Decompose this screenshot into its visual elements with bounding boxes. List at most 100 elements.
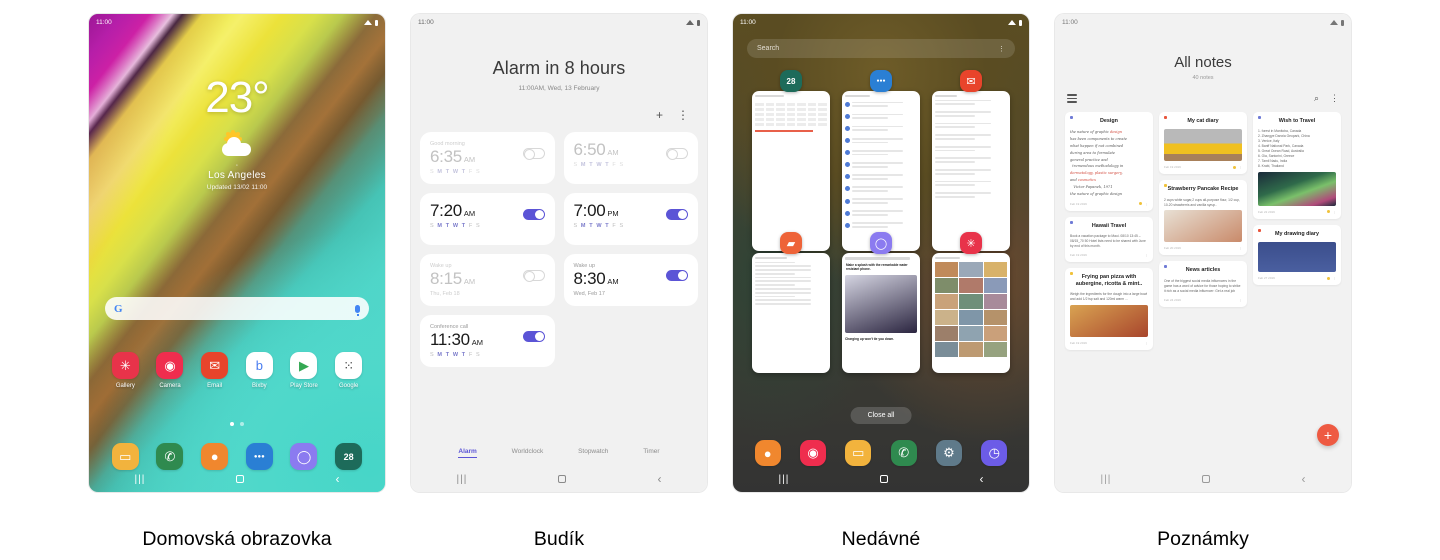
note-card[interactable]: Design the nature of graphic design has be…: [1065, 112, 1153, 211]
navigation-bar: ||| ‹: [89, 466, 385, 492]
recents-dock: ● ◉ ▭ ✆ ⚙ ◷: [745, 440, 1017, 466]
notes-screen: 11:00 All notes 40 notes ⌕ ⋮ Design the …: [1055, 14, 1351, 492]
note-card[interactable]: My cat diary Feb 19 2019 ⋮: [1159, 112, 1247, 175]
note-card[interactable]: Wish to Travel 1. forest in Manitoba, Can…: [1253, 112, 1341, 219]
alarm-card[interactable]: Good morning 6:35 AM S M T W T F S: [420, 132, 555, 184]
tab-timer[interactable]: Timer: [643, 448, 659, 458]
app-bixby[interactable]: b Bixby: [237, 352, 282, 389]
recent-task-preview[interactable]: [752, 253, 830, 373]
google-search-bar[interactable]: G: [105, 297, 369, 320]
alarm-toggle[interactable]: [522, 209, 545, 220]
panel-notes: 11:00 All notes 40 notes ⌕ ⋮ Design the …: [1054, 14, 1352, 551]
recent-task[interactable]: ◯ Make a splash with the remarkable water…: [842, 232, 920, 373]
note-card[interactable]: Strawberry Pancake Recipe 2 cups white su…: [1159, 180, 1247, 256]
note-card[interactable]: Hawaii Travel Book a vacation package to …: [1065, 216, 1153, 262]
notes-title: All notes: [1174, 54, 1232, 71]
weather-city: Los Angeles: [208, 170, 266, 181]
alarm-toggle[interactable]: [666, 270, 688, 281]
more-vertical-icon[interactable]: ⋮: [1239, 298, 1242, 302]
tab-stopwatch[interactable]: Stopwatch: [578, 448, 608, 458]
app-google[interactable]: ⁙ Google: [326, 352, 371, 389]
app-settings[interactable]: ⚙: [935, 440, 962, 466]
tab-alarm[interactable]: Alarm: [458, 448, 477, 458]
app-gallery[interactable]: ✳ Gallery: [103, 352, 148, 389]
note-card[interactable]: My drawing diary Feb 27 2019 ⋮: [1253, 224, 1341, 286]
alarm-card[interactable]: 7:00 PM S M T W T F S: [563, 193, 698, 245]
search-icon[interactable]: ⌕: [1314, 93, 1319, 104]
home-icon[interactable]: [236, 475, 245, 483]
back-icon[interactable]: ‹: [657, 472, 661, 486]
recent-task-preview[interactable]: [932, 91, 1010, 251]
more-vertical-icon[interactable]: ⋮: [1145, 341, 1148, 345]
recents-icon[interactable]: |||: [135, 474, 146, 485]
recents-search-bar[interactable]: Search ⋮: [747, 39, 1015, 58]
home-icon[interactable]: [558, 475, 567, 483]
alarm-card[interactable]: 6:50 AM S M T W T F S: [563, 132, 698, 184]
app-my-files[interactable]: ▭: [845, 440, 872, 466]
back-icon[interactable]: ‹: [1301, 472, 1305, 486]
recent-task[interactable]: ▰: [752, 232, 830, 373]
more-vertical-icon[interactable]: ⋮: [1239, 165, 1242, 169]
home-icon[interactable]: [1202, 475, 1211, 483]
recent-task-preview[interactable]: [752, 91, 830, 251]
app-camera[interactable]: ◉ Camera: [148, 352, 193, 389]
page-dot[interactable]: [230, 422, 234, 426]
recents-icon[interactable]: |||: [779, 474, 790, 485]
app-play-store[interactable]: ▶ Play Store: [282, 352, 327, 389]
panel-recents: 11:00 Search ⋮ 28 ●●● ✉ ▰ ◯ Make a splash wi…: [732, 14, 1030, 551]
weather-widget[interactable]: 23° ◦ Los Angeles Updated 13/02 11:00: [89, 76, 385, 192]
note-body: Book a vacation package to Maui. 08/10 1…: [1070, 233, 1146, 248]
recents-icon[interactable]: |||: [1101, 474, 1112, 485]
back-icon[interactable]: ‹: [979, 472, 983, 486]
recent-task-preview[interactable]: Make a splash with the remarkable water …: [842, 253, 920, 373]
app-camera[interactable]: ◉: [799, 440, 826, 466]
recent-task[interactable]: 28: [752, 70, 830, 251]
more-vertical-icon[interactable]: ⋮: [1239, 246, 1242, 250]
more-vertical-icon[interactable]: ⋮: [1333, 210, 1336, 214]
alarm-meridiem: AM: [607, 148, 619, 157]
alarm-card[interactable]: Conference call 11:30 AM S M T W T F S: [420, 315, 555, 367]
plus-icon[interactable]: +: [656, 108, 663, 122]
app-phone[interactable]: ✆: [890, 440, 917, 466]
close-all-button[interactable]: Close all: [850, 407, 912, 424]
note-date: Feb 19 2019: [1070, 341, 1087, 346]
home-icon[interactable]: [880, 475, 889, 483]
app-label: Camera: [159, 383, 181, 389]
recents-icon[interactable]: |||: [457, 474, 468, 485]
note-card[interactable]: News articles One of the biggest social m…: [1159, 261, 1247, 307]
note-thumbnail: [1258, 242, 1336, 273]
more-vertical-icon[interactable]: ⋮: [998, 45, 1005, 53]
recent-task-preview[interactable]: [932, 253, 1010, 373]
recent-task-preview[interactable]: [842, 91, 920, 251]
tab-worldclock[interactable]: Worldclock: [512, 448, 544, 458]
more-vertical-icon[interactable]: ⋮: [1145, 253, 1148, 257]
alarm-toggle[interactable]: [522, 331, 545, 342]
microphone-icon[interactable]: [355, 304, 360, 316]
note-thumbnail: [1070, 305, 1148, 338]
alarm-toggle[interactable]: [666, 148, 688, 160]
more-vertical-icon[interactable]: ⋮: [1333, 276, 1336, 280]
more-vertical-icon[interactable]: ⋮: [677, 108, 689, 122]
recent-task[interactable]: ✳: [932, 232, 1010, 373]
alarm-card[interactable]: 7:20 AM S M T W T F S: [420, 193, 555, 245]
app-email[interactable]: ✉ Email: [192, 352, 237, 389]
alarm-card[interactable]: Wake up 8:30 AM Wed, Feb 17: [563, 254, 698, 306]
alarm-toggle[interactable]: [522, 270, 545, 282]
note-title: Hawaii Travel: [1091, 222, 1127, 229]
app-contacts[interactable]: ●: [754, 440, 781, 466]
add-note-fab[interactable]: +: [1317, 424, 1339, 446]
more-vertical-icon[interactable]: ⋮: [1145, 202, 1148, 206]
page-dot[interactable]: [240, 422, 244, 426]
recent-task[interactable]: ✉: [932, 70, 1010, 251]
note-card[interactable]: Frying pan pizza with aubergine, ricotta…: [1065, 267, 1153, 351]
alarm-toggle[interactable]: [666, 209, 688, 220]
more-vertical-icon[interactable]: ⋮: [1330, 93, 1339, 104]
note-color-dot: [1070, 220, 1073, 224]
hamburger-icon[interactable]: [1067, 94, 1077, 103]
app-clock[interactable]: ◷: [981, 440, 1008, 466]
alarm-toggle[interactable]: [522, 148, 545, 160]
back-icon[interactable]: ‹: [335, 472, 339, 486]
recent-task[interactable]: ●●●: [842, 70, 920, 251]
messages-icon: ●●●: [870, 70, 892, 92]
alarm-card[interactable]: Wake up 8:15 AM Thu, Feb 18: [420, 254, 555, 306]
